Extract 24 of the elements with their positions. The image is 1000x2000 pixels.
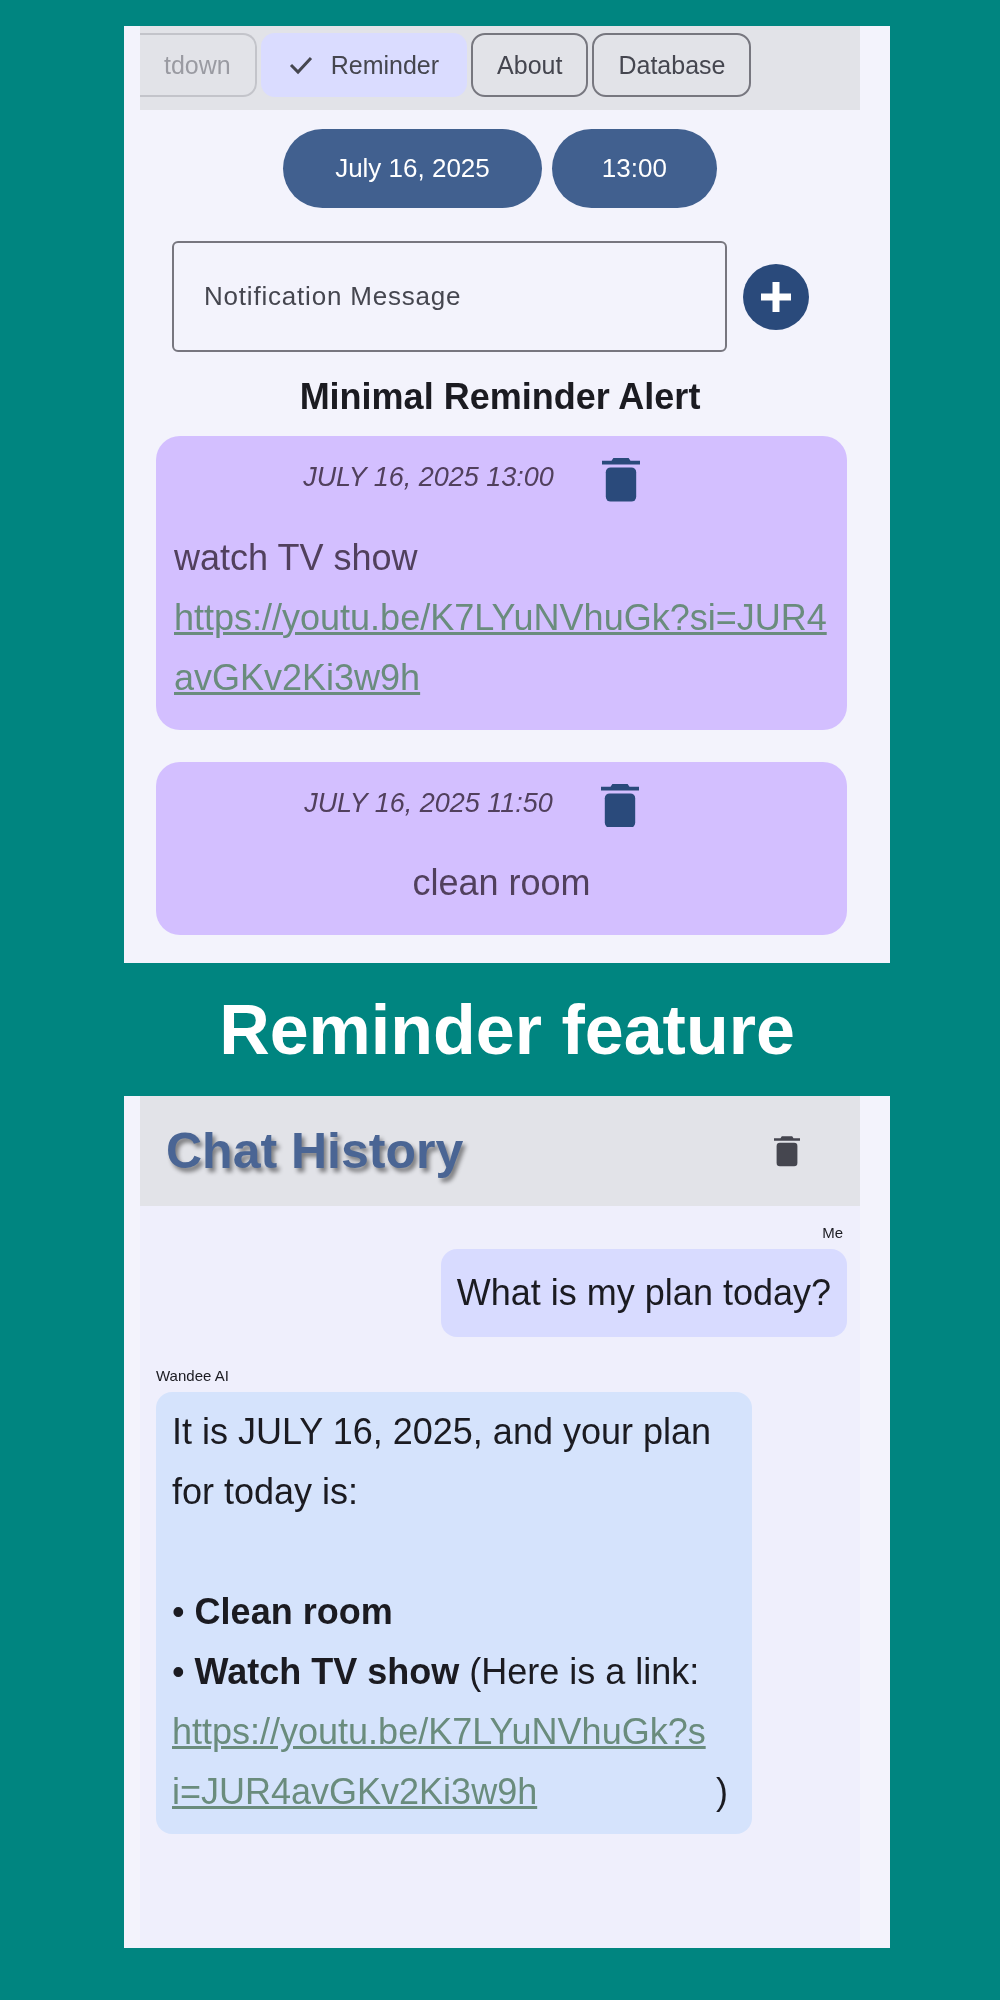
message-text: • Watch TV show (Here is a link: https://youtu.be/K7LYuNVhuGk?si=JUR4avGKv2Ki3w9h )	[172, 1642, 736, 1822]
message-text: What is my plan today?	[456, 1271, 831, 1315]
sender-name: Wandee AI	[156, 1367, 229, 1384]
reminder-datetime: JULY 16, 2025 13:00	[303, 462, 554, 493]
list-title: Minimal Reminder Alert	[298, 376, 702, 418]
chat-title: Chat History	[166, 1122, 464, 1180]
trash-icon[interactable]	[600, 781, 639, 828]
reminder-datetime: JULY 16, 2025 11:50	[304, 787, 553, 819]
tab[interactable]: Reminder	[260, 33, 468, 97]
message-field[interactable]: Notification Message	[172, 241, 727, 352]
tab[interactable]: Database	[592, 33, 752, 97]
message-text: It is JULY 16, 2025, and your plan for today is:	[172, 1410, 712, 1514]
trash-icon[interactable]	[774, 1135, 800, 1167]
caption: Reminder feature	[218, 989, 796, 1071]
plus-icon	[759, 279, 793, 314]
check-icon	[288, 55, 313, 75]
tab[interactable]: About	[471, 33, 589, 97]
trash-icon[interactable]	[601, 456, 640, 502]
reminder-text: clean room	[412, 861, 591, 906]
reminder-text: watch TV show https://youtu.be/K7LYuNVhuGk?si=JUR4avGKv2Ki3w9h	[174, 527, 829, 708]
message-text: • Clean room	[172, 1590, 394, 1634]
sender-name: Me	[822, 1224, 843, 1241]
time-button[interactable]: 13:00	[551, 129, 717, 208]
date-button[interactable]: July 16, 2025	[283, 129, 542, 208]
